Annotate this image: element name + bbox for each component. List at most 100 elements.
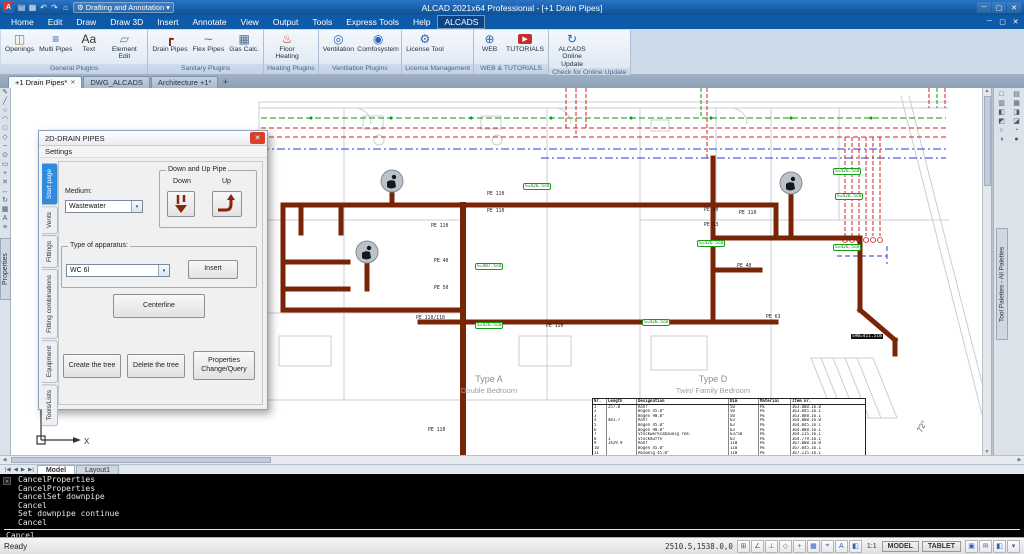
status-toggle-icon[interactable]: ⊥ — [765, 540, 778, 553]
down-pipe-button[interactable] — [167, 191, 195, 217]
status-tray-icon[interactable]: ◧ — [993, 540, 1006, 553]
vertical-scroll-thumb[interactable] — [984, 96, 991, 186]
draw-tool-icon[interactable]: ✕ — [0, 178, 10, 187]
layout-nav-icon[interactable]: |◀ — [4, 467, 12, 473]
command-window[interactable]: ✕ CancelPropertiesCancelPropertiesCancel… — [0, 474, 1024, 537]
tablet-button[interactable]: TABLET — [922, 541, 961, 552]
command-close-icon[interactable]: ✕ — [3, 477, 11, 485]
status-tray-icon[interactable]: ▣ — [965, 540, 978, 553]
ribbon-button-floor-heating[interactable]: ♨Floor Heating — [266, 31, 308, 64]
palette-tool-icon[interactable]: ◧ — [994, 108, 1009, 117]
palette-tool-icon[interactable]: □ — [994, 90, 1009, 99]
horizontal-scroll-thumb[interactable] — [11, 457, 271, 463]
menu-tools[interactable]: Tools — [305, 15, 339, 29]
close-button[interactable]: ✕ — [1007, 2, 1021, 13]
dialog-tab-equipment[interactable]: Equipment — [42, 340, 58, 383]
tool-palettes-tab[interactable]: Tool Palettes - All Palettes — [996, 228, 1008, 340]
menu-express-tools[interactable]: Express Tools — [339, 15, 406, 29]
draw-tool-icon[interactable]: ╱ — [0, 97, 10, 106]
palette-tool-icon[interactable]: ○ — [994, 126, 1009, 135]
doc-control-icon[interactable]: ▢ — [996, 18, 1009, 26]
layout-nav-icon[interactable]: ▶| — [27, 467, 35, 473]
scroll-left-icon[interactable]: ◀ — [0, 457, 9, 463]
ribbon-button-drain-pipes[interactable]: ┏Drain Pipes — [150, 31, 189, 64]
ribbon-button-element-edit[interactable]: ▱Element Edit — [103, 31, 145, 64]
dialog-tab-tools-lists[interactable]: Tools/Lists — [42, 384, 58, 426]
menu-help[interactable]: Help — [406, 15, 437, 29]
dialog-title-bar[interactable]: 2D-DRAIN PIPES ✕ — [39, 131, 267, 146]
doc-control-icon[interactable]: ✕ — [1009, 18, 1022, 26]
draw-tool-icon[interactable]: + — [0, 169, 10, 178]
layout-nav-icon[interactable]: ◀ — [13, 467, 19, 473]
status-toggle-icon[interactable]: ⊞ — [737, 540, 750, 553]
palette-tool-icon[interactable]: ◔ — [1009, 126, 1024, 135]
draw-tool-icon[interactable]: ◠ — [0, 115, 10, 124]
layout-nav-icon[interactable]: ▶ — [20, 467, 26, 473]
dialog-tab-fittings[interactable]: Fittings — [42, 235, 58, 268]
scroll-up-icon[interactable]: ▲ — [985, 88, 990, 94]
palette-tool-icon[interactable]: ◨ — [1009, 108, 1024, 117]
status-tray-icon[interactable]: ✉ — [979, 540, 992, 553]
up-pipe-button[interactable] — [212, 191, 242, 217]
horizontal-scrollbar[interactable]: ◀ ▶ — [0, 455, 1024, 464]
status-toggle-icon[interactable]: ∠ — [751, 540, 764, 553]
qat-icon[interactable]: ▤ — [16, 3, 27, 12]
draw-tool-icon[interactable]: ○ — [0, 106, 10, 115]
ribbon-button-ventilation[interactable]: ◎Ventilation — [321, 31, 356, 64]
draw-tool-icon[interactable]: ✎ — [0, 88, 10, 97]
draw-tool-icon[interactable]: □ — [0, 124, 10, 133]
apparatus-select[interactable]: WC 6l ▾ — [66, 264, 170, 277]
ribbon-button-openings[interactable]: ◫Openings — [3, 31, 36, 64]
create-tree-button[interactable]: Create the tree — [63, 354, 121, 378]
ribbon-button-comfosystem[interactable]: ◉Comfosystem — [357, 31, 399, 64]
maximize-button[interactable]: ▢ — [992, 2, 1006, 13]
doc-control-icon[interactable]: ─ — [983, 18, 996, 26]
menu-view[interactable]: View — [234, 15, 266, 29]
draw-tool-icon[interactable]: ~ — [0, 142, 10, 151]
draw-tool-icon[interactable]: ▦ — [0, 205, 10, 214]
palette-tool-icon[interactable]: ● — [1009, 135, 1024, 144]
palette-tool-icon[interactable]: ▦ — [1009, 99, 1024, 108]
draw-tool-icon[interactable]: ◇ — [0, 133, 10, 142]
menu-draw[interactable]: Draw — [69, 15, 103, 29]
properties-change-query-button[interactable]: Properties Change/Query — [193, 351, 255, 380]
model-space-button[interactable]: MODEL — [882, 541, 919, 552]
layout-tab-layout1[interactable]: Layout1 — [76, 465, 119, 475]
vertical-scrollbar[interactable]: ▲ ▼ — [982, 88, 991, 455]
minimize-button[interactable]: ─ — [977, 2, 991, 13]
dialog-tab-fitting-combinations[interactable]: Fitting combinations — [42, 269, 58, 339]
dialog-tab-vents[interactable]: Vents — [42, 206, 58, 234]
settings-menu[interactable]: Settings — [45, 147, 72, 156]
draw-tool-icon[interactable]: ≡ — [0, 223, 10, 232]
palette-tool-icon[interactable]: ◑ — [994, 135, 1009, 144]
menu-output[interactable]: Output — [266, 15, 306, 29]
qat-icon[interactable]: ▦ — [27, 3, 38, 12]
draw-tool-icon[interactable]: ▭ — [0, 160, 10, 169]
status-toggle-icon[interactable]: ◇ — [779, 540, 792, 553]
ribbon-button-license-tool[interactable]: ⚙License Tool — [404, 31, 446, 64]
menu-home[interactable]: Home — [4, 15, 41, 29]
close-tab-icon[interactable]: ✕ — [70, 79, 75, 86]
document-tab-1-drain-pipes[interactable]: +1 Drain Pipes*✕ — [8, 76, 82, 88]
layout-tab-model[interactable]: Model — [37, 465, 75, 475]
menu-edit[interactable]: Edit — [41, 15, 70, 29]
draw-tool-icon[interactable]: ⊙ — [0, 151, 10, 160]
dialog-close-button[interactable]: ✕ — [250, 132, 265, 144]
draw-tool-icon[interactable]: ↻ — [0, 196, 10, 205]
menu-draw-3d[interactable]: Draw 3D — [103, 15, 150, 29]
ribbon-button-alcads-online-update[interactable]: ↻ALCADS Online Update — [551, 31, 593, 68]
draw-tool-icon[interactable]: ↔ — [0, 187, 10, 196]
palette-tool-icon[interactable]: ◪ — [1009, 117, 1024, 126]
menu-insert[interactable]: Insert — [150, 15, 185, 29]
ribbon-button-web[interactable]: ⊕WEB — [476, 31, 503, 64]
palette-tool-icon[interactable]: ◩ — [994, 117, 1009, 126]
medium-select[interactable]: Wastewater ▾ — [65, 200, 143, 213]
workspace-switcher[interactable]: ⚙ Drafting and Annotation ▾ — [73, 2, 174, 13]
palette-tool-icon[interactable]: ▥ — [994, 99, 1009, 108]
qat-icon[interactable]: ↶ — [38, 3, 49, 12]
delete-tree-button[interactable]: Delete the tree — [127, 354, 185, 378]
annotation-scale[interactable]: 1:1 — [865, 543, 879, 550]
ribbon-button-gas-calc[interactable]: ▦Gas Calc. — [227, 31, 261, 64]
dialog-tab-start-page[interactable]: Start page — [42, 163, 58, 205]
properties-palette-tab[interactable]: Properties — [0, 238, 11, 300]
